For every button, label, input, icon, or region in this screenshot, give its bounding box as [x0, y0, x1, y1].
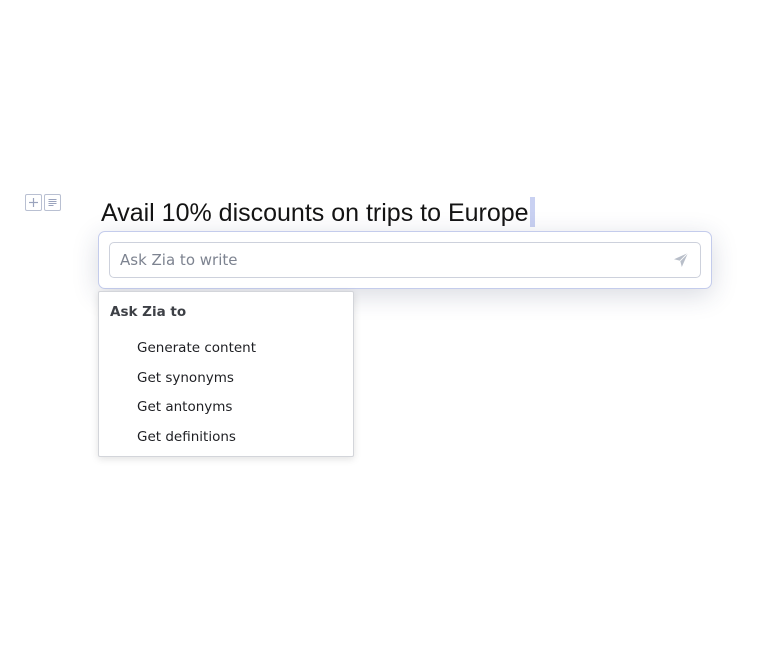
send-arrow-icon: [674, 252, 689, 267]
menu-item-get-synonyms[interactable]: Get synonyms: [99, 367, 353, 397]
suggestion-list: Generate content Get synonyms Get antony…: [99, 337, 353, 456]
ask-zia-input[interactable]: [110, 243, 666, 277]
ask-zia-input-wrapper: [109, 242, 701, 278]
block-menu-button[interactable]: [44, 194, 61, 211]
ask-zia-suggestions-menu: Ask Zia to Generate content Get synonyms…: [98, 291, 354, 457]
menu-item-get-antonyms[interactable]: Get antonyms: [99, 396, 353, 426]
menu-item-get-definitions[interactable]: Get definitions: [99, 426, 353, 456]
menu-title: Ask Zia to: [110, 304, 187, 320]
plus-icon: [29, 198, 38, 207]
menu-item-generate-content[interactable]: Generate content: [99, 337, 353, 367]
document-heading[interactable]: Avail 10% discounts on trips to Europe: [101, 196, 535, 230]
add-block-button[interactable]: [25, 194, 42, 211]
text-cursor: [529, 197, 535, 227]
paragraph-lines-icon: [48, 199, 57, 206]
heading-text: Avail 10% discounts on trips to Europe: [101, 199, 529, 227]
ask-zia-box: [98, 231, 712, 289]
send-button[interactable]: [666, 245, 696, 275]
block-controls: [25, 194, 61, 211]
